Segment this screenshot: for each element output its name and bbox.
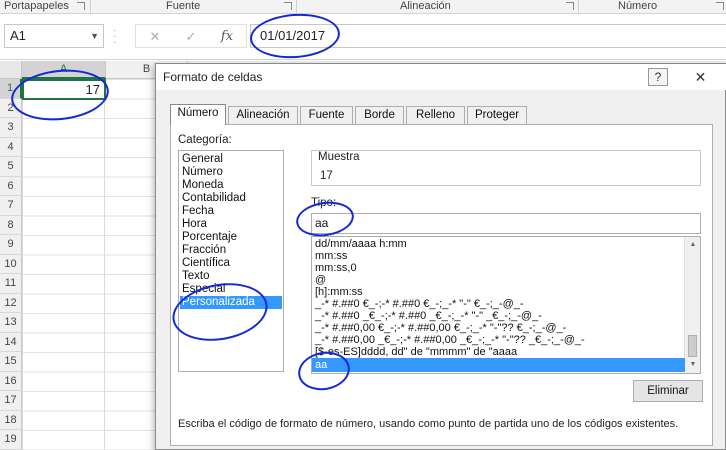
formula-bar: A1 ▼ · · · ✕ ✓ fx 01/01/2017 bbox=[0, 14, 726, 60]
category-item[interactable]: Personalizada bbox=[180, 296, 282, 309]
category-item[interactable]: Texto bbox=[182, 270, 282, 283]
chevron-down-icon[interactable]: ▼ bbox=[90, 25, 99, 47]
name-box[interactable]: A1 ▼ bbox=[4, 24, 104, 48]
dialog-title: Formato de celdas bbox=[163, 70, 263, 84]
delete-button[interactable]: Eliminar bbox=[633, 380, 703, 402]
format-code-list[interactable]: ▲ ▼ dd/mm/aaaa h:mm mm:ss mm:ss,0 @ [h]:mm:s… bbox=[311, 236, 701, 374]
category-item[interactable]: Porcentaje bbox=[182, 231, 282, 244]
category-item[interactable]: Hora bbox=[182, 218, 282, 231]
row-header[interactable]: 17 bbox=[0, 391, 22, 411]
drag-handle-icon[interactable]: · · · bbox=[113, 26, 116, 48]
dialog-launcher-icon[interactable] bbox=[566, 2, 574, 10]
format-code-item[interactable]: _-* #.##0 €_-;-* #.##0 €_-;_-* "-" €_-;_… bbox=[312, 298, 685, 310]
category-item[interactable]: Contabilidad bbox=[182, 192, 282, 205]
sample-box bbox=[311, 150, 701, 186]
tab-panel-numero: Categoría: General Número Moneda Contabilid… bbox=[170, 124, 713, 446]
insert-function-icon[interactable]: fx bbox=[216, 27, 238, 47]
ribbon-group-labels: Portapapeles Fuente Alineación Número bbox=[0, 0, 726, 14]
format-code-item[interactable]: [h]:mm:ss bbox=[312, 286, 685, 298]
ribbon-group-fuente: Fuente bbox=[166, 0, 201, 12]
format-code-item[interactable]: _-* #.##0 _€_-;-* #.##0 _€_-;_-* "-" _€_… bbox=[312, 310, 685, 322]
category-item[interactable]: Moneda bbox=[182, 179, 282, 192]
category-item[interactable]: General bbox=[182, 153, 282, 166]
dialog-launcher-icon[interactable] bbox=[284, 2, 292, 10]
scroll-thumb[interactable] bbox=[688, 335, 697, 357]
format-code-item[interactable]: mm:ss bbox=[312, 250, 685, 262]
active-cell-a1[interactable]: 17 bbox=[22, 79, 106, 100]
dialog-launcher-icon[interactable] bbox=[716, 2, 724, 10]
scroll-up-icon[interactable]: ▲ bbox=[685, 237, 700, 253]
help-button[interactable]: ? bbox=[648, 68, 668, 86]
row-header[interactable]: 15 bbox=[0, 352, 22, 372]
row-header[interactable]: 5 bbox=[0, 157, 22, 177]
row-header[interactable]: 14 bbox=[0, 332, 22, 352]
row-header[interactable]: 4 bbox=[0, 137, 22, 157]
ribbon-group-alineacion: Alineación bbox=[400, 0, 451, 12]
row-header[interactable]: 6 bbox=[0, 176, 22, 196]
row-header[interactable]: 11 bbox=[0, 274, 22, 294]
category-list[interactable]: General Número Moneda Contabilidad Fecha Hora… bbox=[178, 150, 284, 372]
format-code-item[interactable]: _-* #.##0,00 €_-;-* #.##0,00 €_-;_-* "-"… bbox=[312, 322, 685, 334]
formula-input[interactable]: 01/01/2017 bbox=[250, 24, 726, 48]
row-header[interactable]: 19 bbox=[0, 430, 22, 450]
format-code-item[interactable]: dd/mm/aaaa h:mm bbox=[312, 238, 685, 250]
dialog-launcher-icon[interactable] bbox=[77, 2, 85, 10]
format-code-item[interactable]: _-* #.##0,00 _€_-;-* #.##0,00 _€_-;_-* "… bbox=[312, 334, 685, 346]
category-item[interactable]: Especial bbox=[182, 283, 282, 296]
name-box-value: A1 bbox=[10, 28, 26, 43]
cancel-icon[interactable]: ✕ bbox=[144, 27, 166, 47]
ribbon-group-numero: Número bbox=[618, 0, 658, 12]
format-code-item[interactable]: @ bbox=[312, 274, 685, 286]
row-header[interactable]: 12 bbox=[0, 293, 22, 313]
formula-buttons: ✕ ✓ fx bbox=[135, 24, 247, 48]
row-header[interactable]: 3 bbox=[0, 118, 22, 138]
select-all-corner[interactable] bbox=[0, 61, 22, 79]
column-header-a[interactable]: A bbox=[22, 61, 106, 79]
format-description: Escriba el código de formato de número, … bbox=[178, 418, 679, 430]
dialog-titlebar[interactable]: Formato de celdas ? ✕ bbox=[156, 64, 726, 90]
sample-value: 17 bbox=[320, 170, 333, 182]
row-header[interactable]: 16 bbox=[0, 371, 22, 391]
row-header[interactable]: 18 bbox=[0, 410, 22, 430]
row-header[interactable]: 2 bbox=[0, 98, 22, 118]
tab-fuente[interactable]: Fuente bbox=[300, 106, 353, 124]
category-item[interactable]: Fracción bbox=[182, 244, 282, 257]
row-header[interactable]: 10 bbox=[0, 254, 22, 274]
type-label: Tipo: bbox=[311, 197, 337, 209]
category-item[interactable]: Número bbox=[182, 166, 282, 179]
tab-proteger[interactable]: Proteger bbox=[467, 106, 527, 124]
excel-window: Portapapeles Fuente Alineación Número A1… bbox=[0, 0, 726, 450]
format-list-scrollbar[interactable]: ▲ ▼ bbox=[684, 237, 700, 373]
sample-label: Muestra bbox=[316, 151, 362, 163]
format-cells-dialog: Formato de celdas ? ✕ Número Alineación … bbox=[155, 63, 726, 450]
row-header[interactable]: 9 bbox=[0, 235, 22, 255]
category-item[interactable]: Científica bbox=[182, 257, 282, 270]
tab-numero[interactable]: Número bbox=[170, 104, 226, 125]
format-code-item[interactable]: mm:ss,0 bbox=[312, 262, 685, 274]
row-header[interactable]: 7 bbox=[0, 196, 22, 216]
ribbon-group-portapapeles: Portapapeles bbox=[4, 0, 69, 12]
row-header[interactable]: 1 bbox=[0, 79, 22, 99]
scroll-down-icon[interactable]: ▼ bbox=[685, 357, 700, 373]
tab-alineacion[interactable]: Alineación bbox=[228, 106, 298, 124]
format-code-item[interactable]: aa bbox=[312, 358, 685, 372]
type-input[interactable]: aa bbox=[311, 213, 701, 234]
tab-relleno[interactable]: Relleno bbox=[406, 106, 465, 124]
row-header[interactable]: 13 bbox=[0, 313, 22, 333]
close-icon[interactable]: ✕ bbox=[678, 67, 723, 87]
tab-borde[interactable]: Borde bbox=[355, 106, 404, 124]
category-label: Categoría: bbox=[178, 134, 232, 146]
confirm-icon[interactable]: ✓ bbox=[180, 27, 202, 47]
category-item[interactable]: Fecha bbox=[182, 205, 282, 218]
row-header[interactable]: 8 bbox=[0, 215, 22, 235]
format-code-item[interactable]: [$-es-ES]dddd, dd" de "mmmm" de "aaaa bbox=[312, 346, 685, 358]
